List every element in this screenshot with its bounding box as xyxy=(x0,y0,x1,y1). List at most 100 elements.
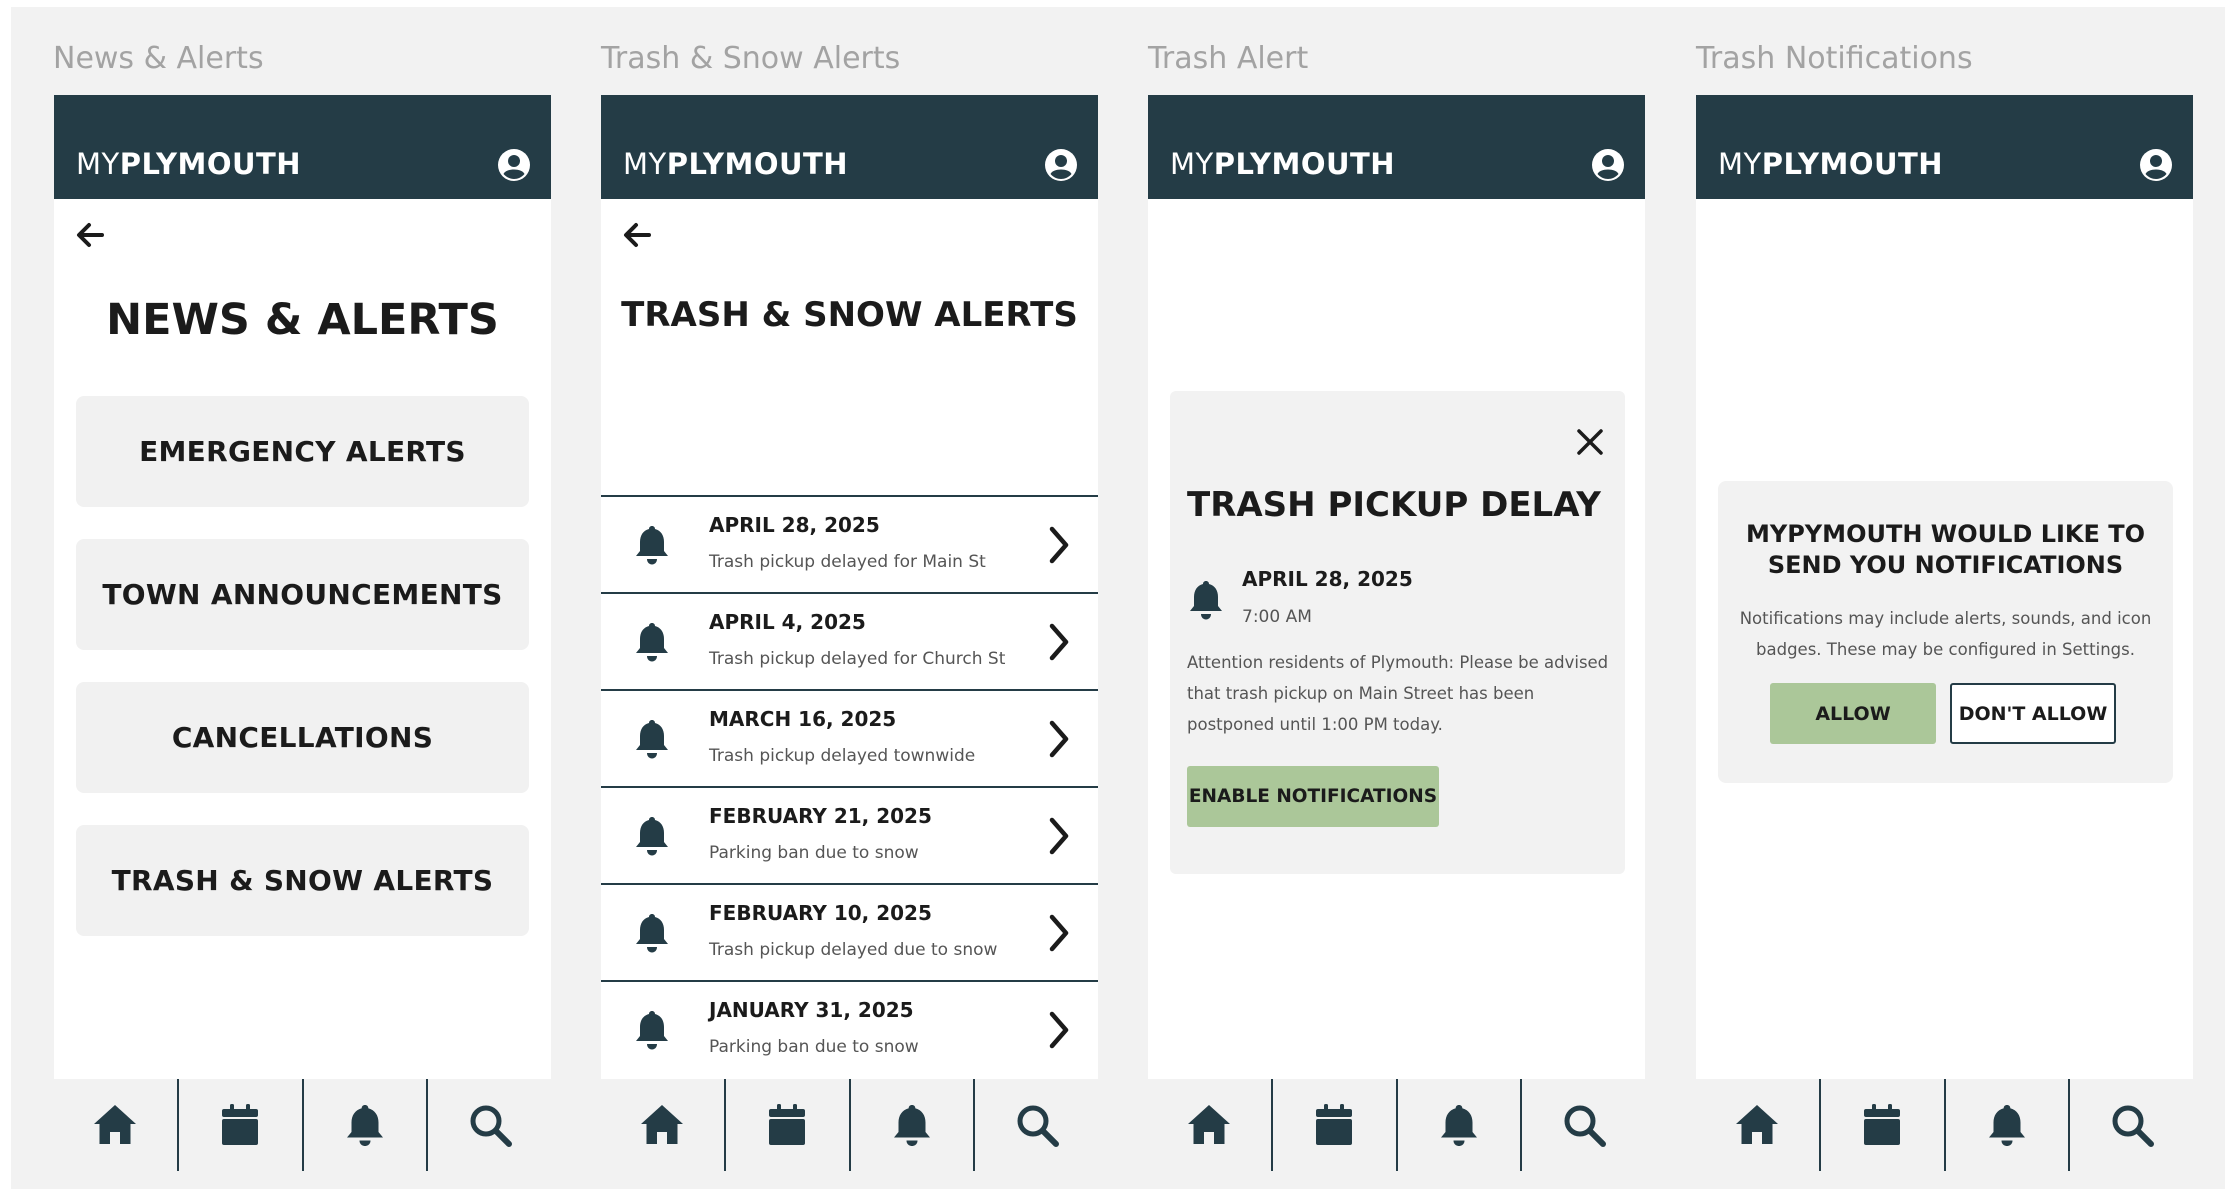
screen-trash-snow-alerts: MYPLYMOUTH TRASH & SNOW ALERTS APRIL 28,… xyxy=(601,95,1098,1171)
bell-icon xyxy=(1190,581,1222,620)
profile-icon[interactable] xyxy=(497,148,531,182)
screen-news-alerts: MYPLYMOUTH NEWS & ALERTS EMERGENCY ALERT… xyxy=(54,95,551,1171)
frame-label-trash-snow-alerts: Trash & Snow Alerts xyxy=(601,41,901,76)
bottom-tab-bar xyxy=(54,1079,551,1171)
calendar-icon xyxy=(769,1104,806,1145)
tab-home[interactable] xyxy=(54,1079,177,1171)
trash-snow-alerts-button[interactable]: TRASH & SNOW ALERTS xyxy=(76,825,529,936)
search-icon xyxy=(470,1105,512,1147)
tab-search[interactable] xyxy=(973,1079,1098,1171)
alert-description: Trash pickup delayed for Church St xyxy=(709,649,1006,669)
tab-alerts[interactable] xyxy=(301,1079,427,1171)
bell-icon xyxy=(893,1105,930,1146)
alert-date: MARCH 16, 2025 xyxy=(709,707,897,731)
dont-allow-button[interactable]: DON'T ALLOW xyxy=(1950,683,2116,744)
alert-row[interactable]: MARCH 16, 2025 Trash pickup delayed town… xyxy=(601,689,1098,786)
profile-icon[interactable] xyxy=(1044,148,1078,182)
close-icon[interactable] xyxy=(1575,427,1605,457)
bottom-tab-bar xyxy=(1696,1079,2193,1171)
app-logo[interactable]: MYPLYMOUTH xyxy=(76,147,301,181)
bell-icon xyxy=(636,526,668,565)
alert-description: Trash pickup delayed for Main St xyxy=(709,552,986,572)
app-header: MYPLYMOUTH xyxy=(54,95,551,199)
bell-icon xyxy=(636,720,668,759)
calendar-icon xyxy=(1864,1104,1901,1145)
alert-date: FEBRUARY 21, 2025 xyxy=(709,804,932,828)
alert-description: Trash pickup delayed townwide xyxy=(709,746,976,766)
bell-icon xyxy=(636,914,668,953)
bell-icon xyxy=(636,1011,668,1050)
alert-time: 7:00 AM xyxy=(1242,607,1312,627)
back-arrow-icon[interactable] xyxy=(621,219,653,251)
app-logo[interactable]: MYPLYMOUTH xyxy=(1718,147,1943,181)
tab-search[interactable] xyxy=(426,1079,551,1171)
bell-icon xyxy=(636,623,668,662)
tab-calendar[interactable] xyxy=(176,1079,302,1171)
tab-home[interactable] xyxy=(601,1079,724,1171)
alert-list: APRIL 28, 2025 Trash pickup delayed for … xyxy=(601,495,1098,1077)
tab-home[interactable] xyxy=(1696,1079,1819,1171)
tab-calendar[interactable] xyxy=(723,1079,849,1171)
alert-date: APRIL 28, 2025 xyxy=(1242,567,1413,591)
tab-home[interactable] xyxy=(1148,1079,1271,1171)
screen-trash-alert: MYPLYMOUTH TRASH PICKUP DELAY APRIL 28, … xyxy=(1148,95,1645,1171)
profile-icon[interactable] xyxy=(2139,148,2173,182)
app-logo[interactable]: MYPLYMOUTH xyxy=(1170,147,1395,181)
notification-permission-dialog: MYPYMOUTH WOULD LIKE TO SEND YOU NOTIFIC… xyxy=(1718,481,2173,783)
bell-icon xyxy=(1988,1105,2025,1146)
chevron-right-icon xyxy=(1049,526,1069,564)
chevron-right-icon xyxy=(1049,623,1069,661)
profile-icon[interactable] xyxy=(1591,148,1625,182)
home-icon xyxy=(1736,1105,1779,1144)
app-header: MYPLYMOUTH xyxy=(1696,95,2193,199)
alert-row[interactable]: FEBRUARY 10, 2025 Trash pickup delayed d… xyxy=(601,883,1098,980)
bottom-tab-bar xyxy=(601,1079,1098,1171)
tab-alerts[interactable] xyxy=(1943,1079,2069,1171)
calendar-icon xyxy=(1316,1104,1353,1145)
search-icon xyxy=(2112,1105,2154,1147)
bell-icon xyxy=(636,817,668,856)
tab-search[interactable] xyxy=(1520,1079,1645,1171)
town-announcements-button[interactable]: TOWN ANNOUNCEMENTS xyxy=(76,539,529,650)
frame-label-news-alerts: News & Alerts xyxy=(53,41,264,76)
enable-notifications-button[interactable]: ENABLE NOTIFICATIONS xyxy=(1187,766,1439,827)
emergency-alerts-button[interactable]: EMERGENCY ALERTS xyxy=(76,396,529,507)
bell-icon xyxy=(1440,1105,1477,1146)
tab-calendar[interactable] xyxy=(1818,1079,1944,1171)
chevron-right-icon xyxy=(1049,817,1069,855)
alert-description: Parking ban due to snow xyxy=(709,843,919,863)
back-arrow-icon[interactable] xyxy=(74,219,106,251)
cancellations-button[interactable]: CANCELLATIONS xyxy=(76,682,529,793)
alert-date: APRIL 4, 2025 xyxy=(709,610,866,634)
alert-row[interactable]: JANUARY 31, 2025 Parking ban due to snow xyxy=(601,980,1098,1077)
app-header: MYPLYMOUTH xyxy=(601,95,1098,199)
page-title: TRASH & SNOW ALERTS xyxy=(621,295,1078,335)
alert-detail-modal: TRASH PICKUP DELAY APRIL 28, 2025 7:00 A… xyxy=(1170,391,1625,874)
alert-description: Trash pickup delayed due to snow xyxy=(709,940,998,960)
search-icon xyxy=(1564,1105,1606,1147)
chevron-right-icon xyxy=(1049,1011,1069,1049)
alert-description: Parking ban due to snow xyxy=(709,1037,919,1057)
dialog-title: MYPYMOUTH WOULD LIKE TO SEND YOU NOTIFIC… xyxy=(1745,520,2146,579)
tab-search[interactable] xyxy=(2068,1079,2193,1171)
tab-alerts[interactable] xyxy=(848,1079,974,1171)
dialog-body: Notifications may include alerts, sounds… xyxy=(1739,609,2152,659)
modal-title: TRASH PICKUP DELAY xyxy=(1187,485,1601,525)
alert-row[interactable]: APRIL 28, 2025 Trash pickup delayed for … xyxy=(601,495,1098,592)
bottom-tab-bar xyxy=(1148,1079,1645,1171)
alert-row[interactable]: APRIL 4, 2025 Trash pickup delayed for C… xyxy=(601,592,1098,689)
home-icon xyxy=(1188,1105,1231,1144)
alert-body: Attention residents of Plymouth: Please … xyxy=(1187,653,1609,734)
search-icon xyxy=(1017,1105,1059,1147)
home-icon xyxy=(94,1105,137,1144)
frame-label-trash-notifications: Trash Notifications xyxy=(1696,41,1973,76)
app-logo[interactable]: MYPLYMOUTH xyxy=(623,147,848,181)
alert-row[interactable]: FEBRUARY 21, 2025 Parking ban due to sno… xyxy=(601,786,1098,883)
allow-button[interactable]: ALLOW xyxy=(1770,683,1936,744)
bell-icon xyxy=(346,1105,383,1146)
tab-alerts[interactable] xyxy=(1395,1079,1521,1171)
frame-label-trash-alert: Trash Alert xyxy=(1148,41,1309,76)
tab-calendar[interactable] xyxy=(1270,1079,1396,1171)
calendar-icon xyxy=(222,1104,259,1145)
alert-date: FEBRUARY 10, 2025 xyxy=(709,901,932,925)
